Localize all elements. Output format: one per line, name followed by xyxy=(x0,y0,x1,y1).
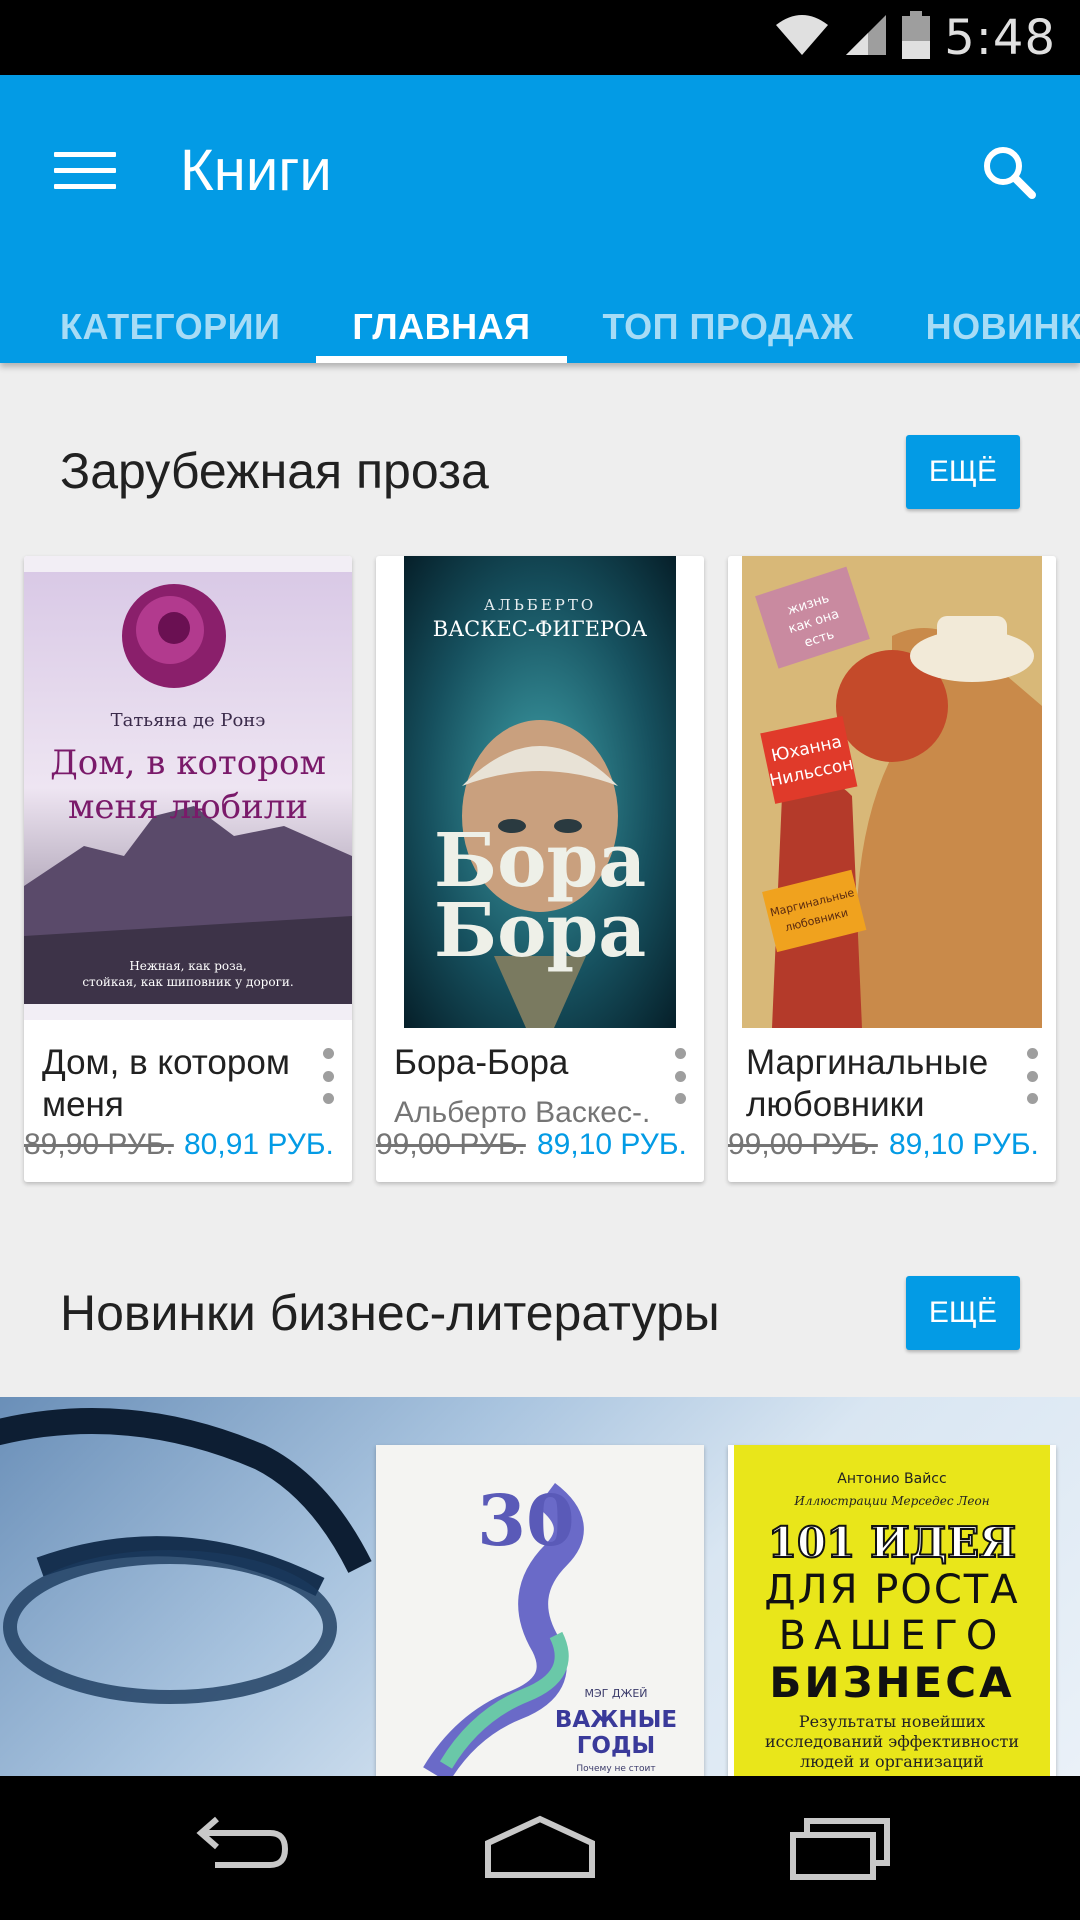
book-title: Маргинальные любовники xyxy=(746,1043,989,1124)
book-author: Альберто Васкес-. xyxy=(394,1096,651,1129)
tab-top-sales[interactable]: ТОП ПРОДАЖ xyxy=(567,273,890,363)
back-icon[interactable] xyxy=(140,1776,340,1920)
tab-bar: КАТЕГОРИИ ГЛАВНАЯ ТОП ПРОДАЖ НОВИНКИ Х xyxy=(0,273,1080,363)
status-bar: 5:48 xyxy=(0,0,1080,75)
cover-title-line2: Бора xyxy=(434,888,646,974)
recents-icon[interactable] xyxy=(740,1776,940,1920)
wifi-icon xyxy=(774,13,830,62)
home-icon[interactable] xyxy=(440,1776,640,1920)
overflow-icon[interactable] xyxy=(1022,1048,1042,1104)
cover-subtitle: Почему не стоит xyxy=(576,1764,655,1774)
section-banner: 30 МЭГ ДЖЕЙ ВАЖНЫЕ ГОДЫ Почему не стоит … xyxy=(0,1397,1080,1777)
old-price: 99,00 РУБ. xyxy=(728,1128,878,1161)
book-cover[interactable]: жизнь как она есть Юханна Нильссон Марги… xyxy=(728,556,1056,1028)
overflow-icon[interactable] xyxy=(670,1048,690,1104)
book-card[interactable]: Татьяна де Ронэ Дом, в котором меня люби… xyxy=(24,556,352,1182)
overflow-icon[interactable] xyxy=(318,1048,338,1104)
cover-tagline2: стойкая, как шиповник у дороги. xyxy=(82,975,293,989)
cover-title-line4: БИЗНЕСА xyxy=(769,1658,1014,1707)
screen: 5:48 Книги КАТЕГОРИИ ГЛАВНАЯ ТОП ПРОДАЖ … xyxy=(0,0,1080,1920)
cover-author-line1: АЛЬБЕРТО xyxy=(484,596,596,614)
book-card[interactable]: жизнь как она есть Юханна Нильссон Марги… xyxy=(728,556,1056,1182)
cover-subtitle-line2: исследований эффективности xyxy=(765,1732,1019,1751)
search-icon[interactable] xyxy=(964,127,1054,217)
tab-home[interactable]: ГЛАВНАЯ xyxy=(316,273,567,363)
book-title: Дом, в котором меня xyxy=(42,1043,290,1124)
clock: 5:48 xyxy=(944,9,1056,66)
cover-author: Антонио Вайсс xyxy=(837,1471,946,1487)
navigation-bar xyxy=(0,1776,1080,1920)
book-cover[interactable]: Татьяна де Ронэ Дом, в котором меня люби… xyxy=(24,556,352,1020)
cover-title-line1: Дом, в котором xyxy=(50,743,326,783)
tab-categories[interactable]: КАТЕГОРИИ xyxy=(24,273,316,363)
sale-price: 80,91 РУБ. xyxy=(184,1128,334,1161)
book-cover[interactable]: АЛЬБЕРТО ВАСКЕС-ФИГЕРОА Бора Бора xyxy=(376,556,704,1028)
cover-number: 30 xyxy=(477,1479,574,1562)
section-title: Зарубежная проза xyxy=(60,443,489,499)
book-cover[interactable]: Антонио Вайсс Иллюстрации Мерседес Леон … xyxy=(728,1445,1056,1777)
old-price: 99,00 РУБ. xyxy=(376,1128,526,1161)
cover-subtitle-line3: людей и организаций xyxy=(800,1752,984,1771)
cover-title-line1: 101 ИДЕЯ xyxy=(768,1518,1016,1567)
menu-icon[interactable] xyxy=(40,125,130,215)
cover-title-line3: ВАШЕГО xyxy=(779,1613,1006,1659)
cover-author: МЭГ ДЖЕЙ xyxy=(585,1687,648,1700)
cover-title-line2: ДЛЯ РОСТА xyxy=(764,1567,1019,1613)
book-cover[interactable]: 30 МЭГ ДЖЕЙ ВАЖНЫЕ ГОДЫ Почему не стоит xyxy=(376,1445,704,1777)
book-title: Бора-Бора xyxy=(394,1043,569,1082)
cover-title-line2: ГОДЫ xyxy=(577,1733,656,1759)
cover-tagline1: Нежная, как роза, xyxy=(129,959,246,973)
sale-price: 89,10 РУБ. xyxy=(537,1128,687,1161)
more-button[interactable]: ЕЩЁ xyxy=(906,435,1020,509)
app-title: Книги xyxy=(180,138,332,203)
sale-price: 89,10 РУБ. xyxy=(889,1128,1039,1161)
cover-title-line1: ВАЖНЫЕ xyxy=(555,1707,677,1733)
tab-new[interactable]: НОВИНКИ Х xyxy=(890,273,1080,363)
battery-icon xyxy=(902,11,931,64)
old-price: 89,90 РУБ. xyxy=(24,1128,174,1161)
signal-icon xyxy=(844,13,888,62)
book-card[interactable]: АЛЬБЕРТО ВАСКЕС-ФИГЕРОА Бора Бора Бора-Б… xyxy=(376,556,704,1182)
cover-subtitle-line1: Результаты новейших xyxy=(799,1712,985,1731)
cover-author: Татьяна де Ронэ xyxy=(111,710,266,731)
more-button[interactable]: ЕЩЁ xyxy=(906,1276,1020,1350)
cover-title-line2: меня любили xyxy=(68,787,308,827)
cover-author-line2: ВАСКЕС-ФИГЕРОА xyxy=(433,617,647,641)
section-title: Новинки бизнес-литературы xyxy=(60,1285,720,1341)
app-bar: Книги КАТЕГОРИИ ГЛАВНАЯ ТОП ПРОДАЖ НОВИН… xyxy=(0,75,1080,363)
cover-illustrator: Иллюстрации Мерседес Леон xyxy=(793,1494,989,1508)
